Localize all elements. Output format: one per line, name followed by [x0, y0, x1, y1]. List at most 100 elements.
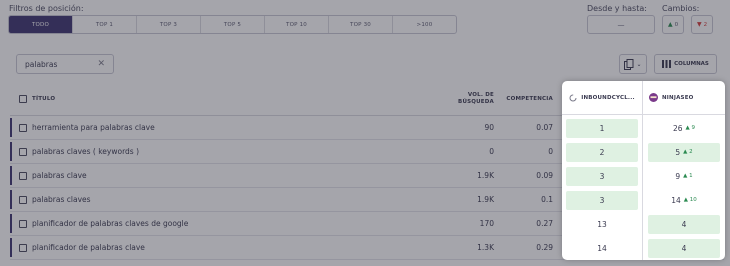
header-competitor-inbound[interactable]: INBOUNDCYCL...: [562, 81, 642, 115]
change-down-button[interactable]: ▼ 2: [691, 15, 713, 34]
date-range-picker[interactable]: —: [587, 15, 655, 34]
inbound-rank-cell: 1: [562, 116, 642, 140]
ninja-rank-value: 5: [675, 147, 681, 157]
row-checkbox[interactable]: [19, 171, 27, 180]
keyword-title: palabras clave: [32, 171, 87, 180]
keyword-title: planificador de palabras claves de googl…: [32, 219, 189, 228]
inbound-rank: 14: [597, 243, 607, 253]
ninja-rank: 4: [648, 214, 720, 234]
ninja-delta-value: 9: [691, 125, 696, 131]
row-checkbox[interactable]: [19, 243, 27, 252]
change-down-count: 2: [703, 21, 708, 28]
search-input[interactable]: palabras ✕: [16, 54, 114, 74]
competition-cell: 0.07: [536, 123, 553, 132]
ninja-avatar-icon: [649, 93, 658, 102]
row-checkbox[interactable]: [19, 147, 27, 156]
keyword-title: palabras claves: [32, 195, 91, 204]
ninja-rank-cell: 4: [643, 236, 725, 260]
volume-cell: 170: [479, 219, 494, 228]
date-range-label: Desde y hasta:: [587, 4, 647, 13]
ninja-rank-cell: 26 ▲ 9: [643, 116, 725, 140]
header-volume[interactable]: VOL. DE BÚSQUEDA: [431, 92, 495, 106]
competition-cell: 0.1: [541, 195, 553, 204]
filter-top5[interactable]: TOP 5: [201, 16, 265, 33]
ninja-rank-delta: ▲ 1: [683, 173, 692, 179]
ninja-rank-delta: ▲ 9: [686, 125, 695, 131]
arrow-up-icon: ▲: [683, 173, 688, 179]
keyword-title: palabras claves ( keywords ): [32, 147, 140, 156]
row-checkbox[interactable]: [19, 195, 27, 204]
ninja-rank-value: 9: [675, 171, 681, 181]
row-title-cell: herramienta para palabras clave: [10, 123, 431, 132]
row-title-cell: planificador de palabras claves de googl…: [10, 219, 431, 228]
copy-icon: [624, 58, 634, 70]
filter-top30[interactable]: TOP 30: [329, 16, 393, 33]
competition-cell: 0.09: [536, 171, 553, 180]
filter-top1[interactable]: TOP 1: [73, 16, 137, 33]
header-competitor-inbound-label: INBOUNDCYCL...: [581, 94, 635, 101]
loading-spinner-icon: [569, 94, 577, 101]
ninja-rank-cell: 14 ▲ 10: [643, 188, 725, 212]
ninja-delta-value: 10: [689, 197, 697, 203]
ninja-rank-delta: ▲ 10: [684, 197, 697, 203]
columns-button[interactable]: COLUMNAS: [654, 54, 717, 74]
filter-over100[interactable]: >100: [393, 16, 456, 33]
ninja-rank: 5 ▲ 2: [648, 142, 720, 162]
copy-button[interactable]: ⌄: [619, 54, 647, 74]
volume-cell: 1.3K: [477, 243, 494, 252]
changes-label: Cambios:: [662, 4, 700, 13]
ninja-delta-value: 2: [689, 149, 693, 155]
select-all-checkbox[interactable]: [19, 94, 27, 103]
inbound-rank-cell: 3: [562, 164, 642, 188]
header-competition[interactable]: COMPETENCIA: [495, 96, 553, 102]
columns-icon: [662, 60, 672, 68]
chevron-down-icon: ⌄: [636, 60, 642, 68]
volume-cell: 0: [489, 147, 494, 156]
ninja-rank: 4: [648, 238, 720, 258]
ninja-rank-value: 26: [672, 123, 683, 133]
header-competitor-ninja[interactable]: NINJASEO: [643, 81, 725, 115]
inbound-rank-cell: 3: [562, 188, 642, 212]
position-filter-label: Filtros de posición:: [9, 4, 84, 13]
competition-cell: 0: [548, 147, 553, 156]
change-up-button[interactable]: ▲ 0: [662, 15, 684, 34]
arrow-up-icon: ▲: [685, 125, 690, 131]
ninja-rank: 26 ▲ 9: [648, 119, 720, 138]
header-volume-line1: VOL. DE: [467, 91, 494, 98]
inbound-rank: 3: [566, 190, 638, 210]
row-checkbox[interactable]: [19, 219, 27, 228]
arrow-up-icon: ▲: [667, 21, 673, 28]
keyword-title: herramienta para palabras clave: [32, 123, 155, 132]
volume-cell: 90: [484, 123, 494, 132]
inbound-rank: 13: [597, 219, 607, 229]
columns-label: COLUMNAS: [674, 61, 709, 67]
ninja-delta-value: 1: [689, 173, 693, 179]
ninja-rank-cell: 5 ▲ 2: [643, 140, 725, 164]
competition-cell: 0.27: [536, 219, 553, 228]
inbound-rank: 3: [566, 166, 638, 186]
row-title-cell: palabras claves ( keywords ): [10, 147, 431, 156]
inbound-rank-cell: 14: [562, 236, 642, 260]
ninja-rank: 14 ▲ 10: [648, 191, 720, 210]
ninja-rank-cell: 9 ▲ 1: [643, 164, 725, 188]
row-checkbox[interactable]: [19, 123, 27, 132]
close-icon[interactable]: ✕: [97, 59, 105, 69]
inbound-rank: 1: [566, 118, 638, 138]
ninja-rank-delta: ▲ 2: [683, 149, 692, 155]
inbound-rank-cell: 13: [562, 212, 642, 236]
ninja-rank: 9 ▲ 1: [648, 167, 720, 186]
header-title-cell: TÍTULO: [10, 94, 431, 103]
header-title: TÍTULO: [32, 95, 56, 102]
row-title-cell: palabras claves: [10, 195, 431, 204]
filter-top10[interactable]: TOP 10: [265, 16, 329, 33]
filter-todo[interactable]: TODO: [9, 16, 73, 33]
inbound-rank: 2: [566, 142, 638, 162]
inbound-rank-cell: 2: [562, 140, 642, 164]
header-competitor-ninja-label: NINJASEO: [662, 94, 694, 101]
header-volume-line2: BÚSQUEDA: [458, 98, 494, 105]
arrow-down-icon: ▼: [696, 21, 702, 28]
volume-cell: 1.9K: [477, 195, 494, 204]
filter-top3[interactable]: TOP 3: [137, 16, 201, 33]
volume-cell: 1.9K: [477, 171, 494, 180]
ninja-rank-cell: 4: [643, 212, 725, 236]
